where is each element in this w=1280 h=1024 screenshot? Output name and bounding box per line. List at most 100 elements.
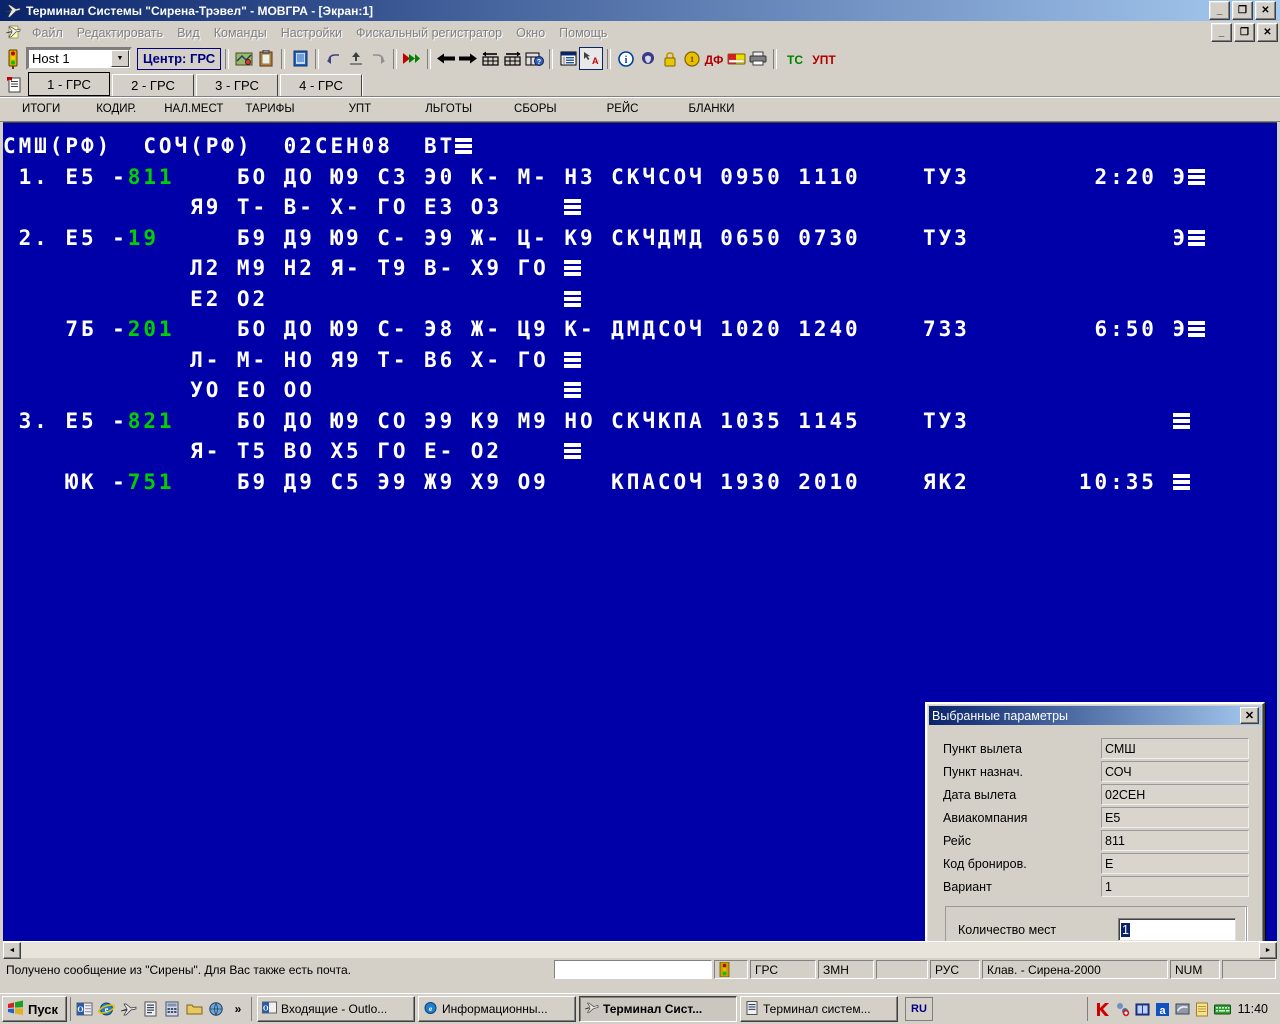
fn-kodir[interactable]: КОДИР. bbox=[90, 103, 142, 115]
clipboard-icon[interactable] bbox=[255, 48, 277, 69]
fn-upt[interactable]: УПТ bbox=[343, 103, 378, 115]
scroll-right-button[interactable]: ► bbox=[1259, 941, 1277, 959]
seats-input[interactable]: 1 bbox=[1118, 918, 1236, 941]
tab-3-grs[interactable]: 3 - ГРС bbox=[196, 74, 278, 96]
fn-itogi[interactable]: ИТОГИ bbox=[16, 103, 66, 115]
monitor-icon[interactable] bbox=[1174, 1001, 1191, 1018]
mdi-minimize-button[interactable]: _ bbox=[1211, 23, 1232, 42]
scroll-left-button[interactable]: ◄ bbox=[3, 941, 21, 959]
keyboard-icon[interactable] bbox=[1213, 1001, 1231, 1018]
abc-select-icon[interactable]: Аб bbox=[579, 47, 604, 70]
network-icon[interactable] bbox=[1114, 1001, 1131, 1018]
menu-item-window[interactable]: Окно bbox=[509, 24, 552, 42]
terminal-line: Л2 М9 Н2 Я- Т9 В- Х9 ГО bbox=[3, 253, 1205, 284]
outlook-icon[interactable]: O bbox=[74, 999, 94, 1019]
mdi-restore-button[interactable]: ❐ bbox=[1234, 23, 1255, 42]
printer-icon[interactable] bbox=[747, 48, 769, 69]
tab-4-grs[interactable]: 4 - ГРС bbox=[280, 74, 362, 96]
task-button-terminal-system-active[interactable]: Терминал Сист... bbox=[579, 996, 737, 1022]
coin-icon[interactable]: 1 bbox=[681, 48, 703, 69]
terminal-text-run: 7Б - bbox=[3, 317, 128, 341]
menu-item-fiscal-register[interactable]: Фискальный регистратор bbox=[349, 24, 509, 42]
prev-table-icon[interactable] bbox=[479, 48, 501, 69]
terminal-line: УО ЕО ОО bbox=[3, 375, 1205, 406]
minimize-button[interactable]: _ bbox=[1209, 1, 1230, 20]
dialog-close-button[interactable]: ✕ bbox=[1240, 707, 1259, 724]
fn-tarify[interactable]: ТАРИФЫ bbox=[239, 103, 300, 115]
host-select[interactable]: Host 1 ▼ bbox=[26, 47, 132, 70]
lock-icon[interactable] bbox=[659, 48, 681, 69]
ie-icon[interactable]: e bbox=[96, 999, 116, 1019]
book-icon[interactable] bbox=[1134, 1001, 1151, 1018]
upload-icon[interactable] bbox=[345, 48, 367, 69]
taskbar-clock[interactable]: 11:40 bbox=[1234, 1002, 1274, 1016]
fn-reys[interactable]: РЕЙС bbox=[601, 103, 645, 115]
maximize-button[interactable]: ❐ bbox=[1232, 1, 1253, 20]
df-icon[interactable]: ДФ bbox=[703, 48, 725, 69]
help-table-icon[interactable]: ? bbox=[523, 48, 545, 69]
menu-item-view[interactable]: Вид bbox=[170, 24, 207, 42]
card-icon[interactable] bbox=[725, 48, 747, 69]
calc-icon[interactable] bbox=[162, 999, 182, 1019]
status-zmn: ЗМН bbox=[818, 960, 874, 979]
flight-number: 821 bbox=[127, 408, 175, 433]
fn-sbory[interactable]: СБОРЫ bbox=[508, 103, 563, 115]
redo-icon[interactable] bbox=[367, 48, 389, 69]
horizontal-scrollbar[interactable]: ◄ ► bbox=[3, 941, 1277, 959]
info-icon[interactable]: i bbox=[615, 48, 637, 69]
menu-item-help[interactable]: Помощь bbox=[552, 24, 614, 42]
task-button-inbox[interactable]: O Входящие - Outlo... bbox=[257, 996, 415, 1022]
fn-lgoty[interactable]: ЛЬГОТЫ bbox=[419, 103, 478, 115]
task-button-terminal-system-2[interactable]: Терминал систем... bbox=[740, 996, 898, 1022]
anydesk-icon[interactable]: a bbox=[1154, 1001, 1171, 1018]
windows-flag-icon bbox=[7, 1000, 24, 1019]
scroll-trough[interactable] bbox=[21, 942, 1259, 958]
face-icon[interactable] bbox=[637, 48, 659, 69]
center-indicator[interactable]: Центр: ГРС bbox=[137, 47, 222, 70]
terminal-text-run: УО ЕО ОО bbox=[3, 378, 565, 402]
undo-icon[interactable] bbox=[323, 48, 345, 69]
task-button-label: Терминал систем... bbox=[763, 1002, 871, 1016]
folder-icon[interactable] bbox=[184, 999, 204, 1019]
terminal-text-run: ЮК - bbox=[3, 469, 128, 494]
new-document-icon[interactable] bbox=[2, 74, 26, 96]
tc-icon[interactable]: ТС bbox=[781, 48, 809, 69]
menu-item-commands[interactable]: Команды bbox=[207, 24, 274, 42]
upt-icon[interactable]: УПТ bbox=[809, 48, 839, 69]
field-value: 811 bbox=[1101, 830, 1249, 851]
close-button[interactable]: ✕ bbox=[1255, 1, 1276, 20]
kaspersky-icon[interactable] bbox=[1094, 1001, 1111, 1018]
sirena-plane-icon[interactable] bbox=[118, 999, 138, 1019]
map-icon[interactable] bbox=[233, 48, 255, 69]
arrow-left-icon[interactable] bbox=[435, 48, 457, 69]
start-button[interactable]: Пуск bbox=[2, 996, 67, 1022]
fn-blanki[interactable]: БЛАНКИ bbox=[682, 103, 740, 115]
globe-icon[interactable] bbox=[206, 999, 226, 1019]
arrow-right-icon[interactable] bbox=[457, 48, 479, 69]
notepad-icon[interactable] bbox=[1194, 1001, 1211, 1018]
task-button-information[interactable]: e Информационны... bbox=[418, 996, 576, 1022]
document-icon[interactable] bbox=[289, 48, 311, 69]
status-input-field[interactable] bbox=[554, 960, 712, 979]
toolbar-separator bbox=[281, 48, 286, 69]
terminal-text-run: Е2 О2 bbox=[3, 286, 565, 311]
fn-nal-mest[interactable]: НАЛ.МЕСТ bbox=[158, 103, 229, 115]
traffic-light-icon[interactable] bbox=[2, 48, 24, 69]
field-variant: Вариант 1 bbox=[943, 875, 1249, 898]
tab-1-grs[interactable]: 1 - ГРС bbox=[28, 72, 110, 96]
menu-item-edit[interactable]: Редактировать bbox=[70, 24, 170, 42]
menu-item-file[interactable]: Файл bbox=[25, 24, 70, 42]
mdi-close-button[interactable]: ✕ bbox=[1257, 23, 1278, 42]
chevron-down-icon[interactable]: ▼ bbox=[111, 50, 129, 67]
terminal-screen[interactable]: СМШ(РФ) СОЧ(РФ) 02СЕН08 ВТ 1. Е5 -811 БО… bbox=[3, 122, 1277, 941]
fast-forward-icon[interactable] bbox=[401, 48, 423, 69]
next-table-icon[interactable] bbox=[501, 48, 523, 69]
quick-launch-overflow[interactable]: » bbox=[228, 999, 248, 1019]
tab-2-grs[interactable]: 2 - ГРС bbox=[112, 74, 194, 96]
language-indicator[interactable]: RU bbox=[905, 997, 933, 1021]
svg-text:ДФ: ДФ bbox=[705, 53, 724, 66]
menu-item-settings[interactable]: Настройки bbox=[274, 24, 349, 42]
terminal-doc-icon[interactable] bbox=[140, 999, 160, 1019]
task-button-label: Терминал Сист... bbox=[603, 1002, 703, 1016]
window-list-icon[interactable] bbox=[557, 48, 579, 69]
